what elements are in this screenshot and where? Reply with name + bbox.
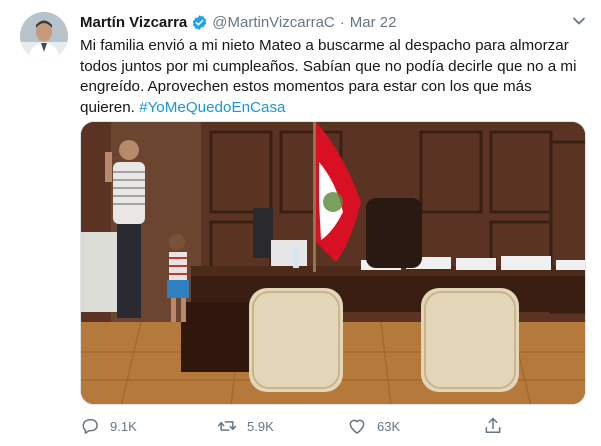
heart-icon <box>349 419 365 434</box>
author-handle[interactable]: @MartinVizcarraC <box>212 14 334 31</box>
share-button[interactable] <box>483 414 513 438</box>
retweet-icon <box>217 421 237 431</box>
retweet-count: 5.9K <box>247 418 274 434</box>
office-photo-image <box>81 122 585 404</box>
header-separator: · <box>339 13 345 31</box>
tweet-date[interactable]: Mar 22 <box>350 14 397 31</box>
more-options-chevron-down-icon[interactable] <box>570 12 588 30</box>
tweet-photo[interactable] <box>80 121 586 405</box>
verified-badge-icon <box>191 14 208 31</box>
reply-button[interactable]: 9.1K <box>80 414 137 438</box>
tweet-text: Mi familia envió a mi nieto Mateo a busc… <box>80 36 586 118</box>
avatar[interactable] <box>20 12 68 60</box>
share-icon <box>485 417 501 433</box>
avatar-image <box>20 12 68 60</box>
like-count: 63K <box>377 418 401 434</box>
hashtag-link[interactable]: #YoMeQuedoEnCasa <box>139 99 285 116</box>
reply-count: 9.1K <box>110 418 137 434</box>
tweet-card[interactable]: Martín Vizcarra @MartinVizcarraC · Mar 2… <box>0 0 601 446</box>
retweet-button[interactable]: 5.9K <box>217 414 274 438</box>
like-button[interactable]: 63K <box>347 414 400 438</box>
tweet-header: Martín Vizcarra @MartinVizcarraC · Mar 2… <box>80 12 396 32</box>
tweet-actions: 9.1K 5.9K 63K <box>80 414 586 438</box>
reply-icon <box>82 419 98 434</box>
author-name[interactable]: Martín Vizcarra <box>80 14 187 31</box>
